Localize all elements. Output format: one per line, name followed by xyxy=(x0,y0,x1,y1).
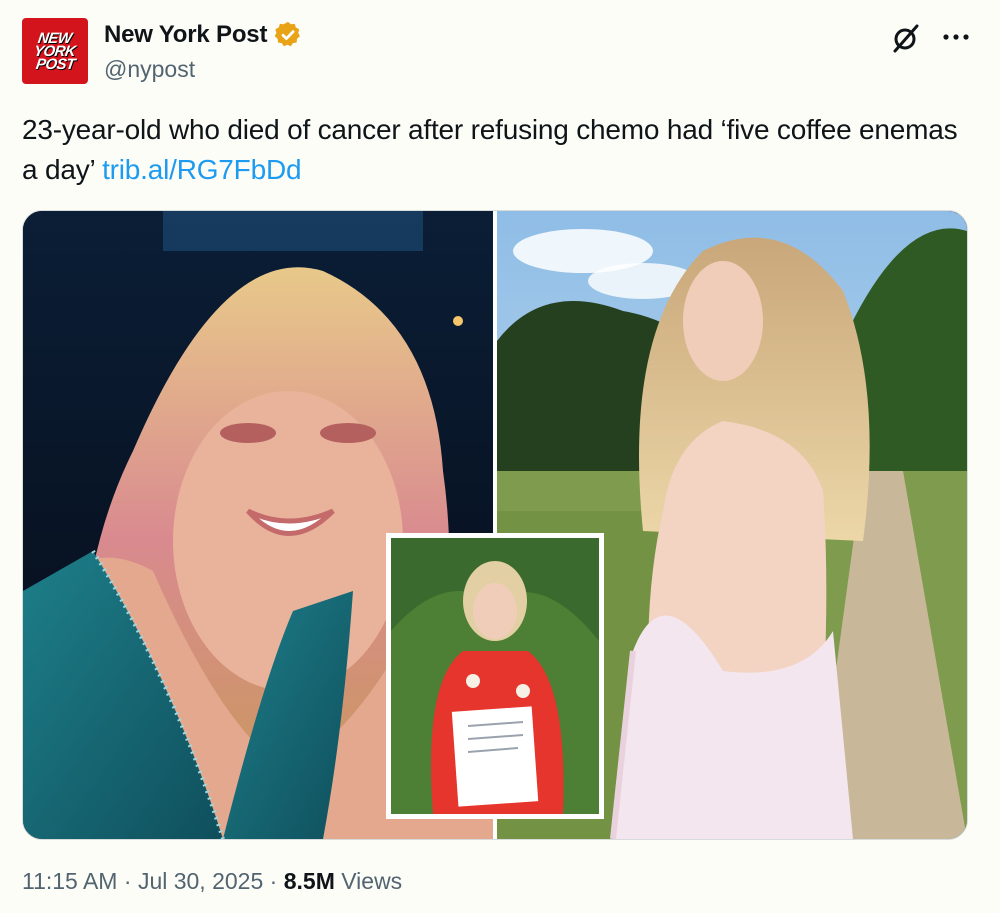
avatar-line-3: POST xyxy=(34,55,76,73)
account-handle[interactable]: @nypost xyxy=(104,56,195,83)
gold-verified-badge-icon xyxy=(274,21,301,47)
avatar[interactable]: NEW YORK POST xyxy=(22,18,88,84)
views-count: 8.5M xyxy=(283,868,335,894)
tweet-media[interactable] xyxy=(22,210,968,840)
separator: · xyxy=(263,868,284,894)
tweet-meta: 11:15 AM · Jul 30, 2025 · 8.5M Views xyxy=(22,868,402,895)
account-name[interactable]: New York Post xyxy=(104,21,267,49)
tweet-date[interactable]: Jul 30, 2025 xyxy=(138,868,263,894)
grok-icon[interactable] xyxy=(890,22,922,54)
media-collage xyxy=(23,211,967,839)
tweet-time[interactable]: 11:15 AM xyxy=(22,868,117,894)
tweet-link[interactable]: trib.al/RG7FbDd xyxy=(102,154,301,185)
more-options-icon[interactable] xyxy=(940,22,972,52)
tweet-text: 23-year-old who died of cancer after ref… xyxy=(22,110,972,190)
views-label: Views xyxy=(334,868,403,894)
separator: · xyxy=(117,868,138,894)
account-name-row: New York Post xyxy=(104,20,303,50)
inset-photo xyxy=(386,533,604,819)
